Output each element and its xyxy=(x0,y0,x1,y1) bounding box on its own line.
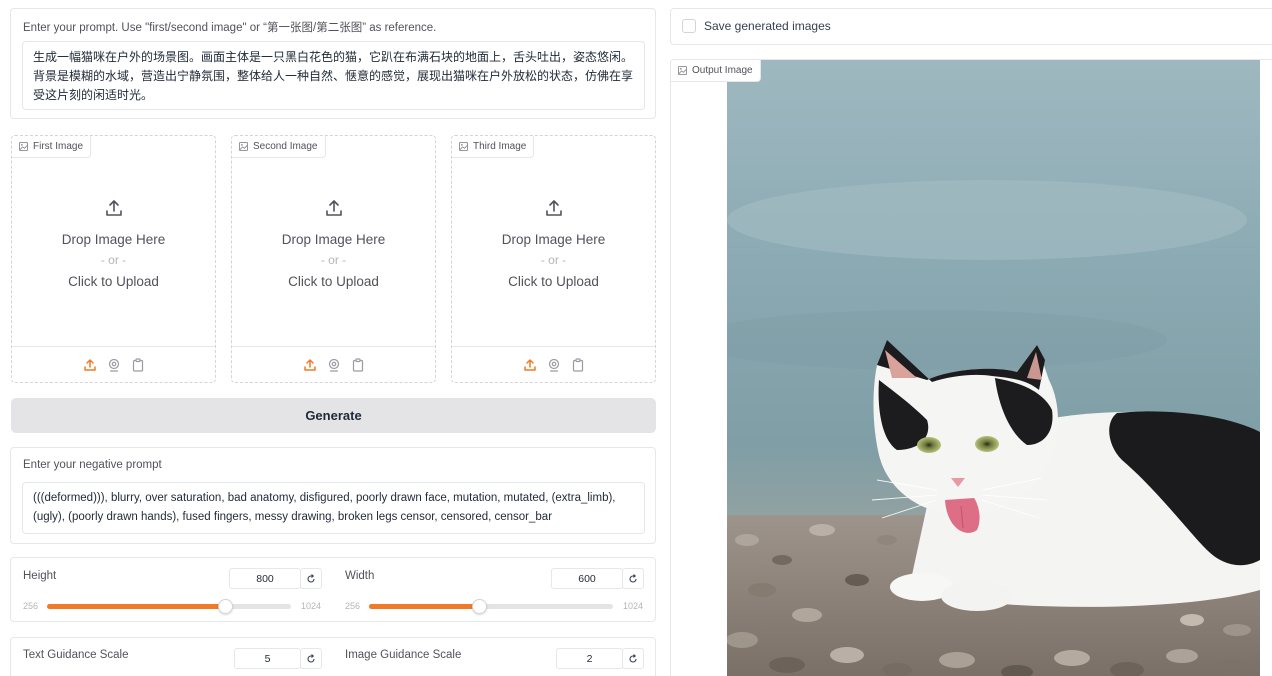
height-number-input[interactable]: 800 xyxy=(229,568,301,589)
webcam-icon[interactable] xyxy=(106,357,122,373)
first-image-upload[interactable]: First Image Drop Image Here - or - Click… xyxy=(11,135,216,383)
first-image-dropzone[interactable]: Drop Image Here - or - Click to Upload xyxy=(12,198,215,292)
width-label: Width xyxy=(345,570,375,582)
first-image-click-text: Click to Upload xyxy=(68,274,159,289)
image-icon xyxy=(678,66,687,75)
image-icon xyxy=(19,142,28,151)
save-images-checkbox[interactable] xyxy=(682,19,696,33)
second-image-or-text: - or - xyxy=(320,253,347,267)
third-image-drop-text: Drop Image Here xyxy=(501,232,606,247)
height-slider[interactable] xyxy=(47,598,291,614)
negative-prompt-textarea[interactable]: (((deformed))), blurry, over saturation,… xyxy=(22,482,645,534)
first-image-or-text: - or - xyxy=(100,253,127,267)
second-image-dropzone[interactable]: Drop Image Here - or - Click to Upload xyxy=(232,198,435,292)
third-image-tag-label: Third Image xyxy=(473,141,527,152)
width-reset-button[interactable] xyxy=(622,568,644,589)
third-image-upload[interactable]: Third Image Drop Image Here - or - Click… xyxy=(451,135,656,383)
second-image-toolbar xyxy=(232,346,435,382)
generate-button[interactable]: Generate xyxy=(11,398,656,433)
third-image-toolbar xyxy=(452,346,655,382)
reset-icon xyxy=(307,653,315,663)
image-guidance-number-input[interactable]: 2 xyxy=(556,648,623,669)
guidance-block: Text Guidance Scale 5 Image Guidance Sca… xyxy=(10,637,656,676)
text-guidance-number-input[interactable]: 5 xyxy=(234,648,301,669)
width-number-input[interactable]: 600 xyxy=(551,568,623,589)
text-guidance-reset-button[interactable] xyxy=(300,648,322,669)
output-image-block: Output Image xyxy=(670,59,1272,676)
second-image-click-text: Click to Upload xyxy=(288,274,379,289)
upload-icon[interactable] xyxy=(302,357,318,373)
width-slider[interactable] xyxy=(369,598,613,614)
save-images-block: Save generated images xyxy=(670,8,1272,45)
second-image-tag-label: Second Image xyxy=(253,141,318,152)
size-sliders-block: Height 800 256 1024 Width 600 256 1024 xyxy=(10,557,656,622)
first-image-toolbar xyxy=(12,346,215,382)
output-image xyxy=(727,60,1260,676)
webcam-icon[interactable] xyxy=(326,357,342,373)
height-min-label: 256 xyxy=(23,601,39,611)
height-max-label: 1024 xyxy=(301,601,322,611)
image-guidance-reset-button[interactable] xyxy=(622,648,644,669)
second-image-tag: Second Image xyxy=(232,136,326,158)
third-image-or-text: - or - xyxy=(540,253,567,267)
image-icon xyxy=(239,142,248,151)
clipboard-icon[interactable] xyxy=(350,357,366,373)
negative-prompt-label: Enter your negative prompt xyxy=(23,459,162,471)
height-label: Height xyxy=(23,570,57,582)
height-reset-button[interactable] xyxy=(300,568,322,589)
output-image-tag-label: Output Image xyxy=(692,65,753,76)
upload-icon xyxy=(325,200,342,216)
image-icon xyxy=(459,142,468,151)
prompt-label: Enter your prompt. Use "first/second ima… xyxy=(23,22,437,34)
image-guidance-label: Image Guidance Scale xyxy=(345,649,462,661)
upload-icon xyxy=(105,200,122,216)
first-image-drop-text: Drop Image Here xyxy=(61,232,166,247)
reset-icon xyxy=(629,653,637,663)
second-image-upload[interactable]: Second Image Drop Image Here - or - Clic… xyxy=(231,135,436,383)
width-slider-handle[interactable] xyxy=(471,599,487,614)
upload-icon[interactable] xyxy=(82,357,98,373)
third-image-dropzone[interactable]: Drop Image Here - or - Click to Upload xyxy=(452,198,655,292)
prompt-textarea[interactable]: 生成一幅猫咪在户外的场景图。画面主体是一只黑白花色的猫，它趴在布满石块的地面上，… xyxy=(22,41,645,110)
width-min-label: 256 xyxy=(345,601,361,611)
first-image-tag: First Image xyxy=(12,136,92,158)
third-image-tag: Third Image xyxy=(452,136,535,158)
webcam-icon[interactable] xyxy=(546,357,562,373)
clipboard-icon[interactable] xyxy=(130,357,146,373)
reset-icon xyxy=(307,573,315,583)
text-guidance-label: Text Guidance Scale xyxy=(23,649,129,661)
width-max-label: 1024 xyxy=(623,601,644,611)
prompt-block: Enter your prompt. Use "first/second ima… xyxy=(10,8,656,119)
save-images-label[interactable]: Save generated images xyxy=(704,19,831,33)
height-slider-handle[interactable] xyxy=(218,599,234,614)
clipboard-icon[interactable] xyxy=(570,357,586,373)
first-image-tag-label: First Image xyxy=(33,141,84,152)
upload-icon xyxy=(545,200,562,216)
output-image-tag: Output Image xyxy=(671,60,761,82)
reset-icon xyxy=(629,573,637,583)
upload-icon[interactable] xyxy=(522,357,538,373)
second-image-drop-text: Drop Image Here xyxy=(281,232,386,247)
third-image-click-text: Click to Upload xyxy=(508,274,599,289)
negative-prompt-block: Enter your negative prompt (((deformed))… xyxy=(10,447,656,544)
